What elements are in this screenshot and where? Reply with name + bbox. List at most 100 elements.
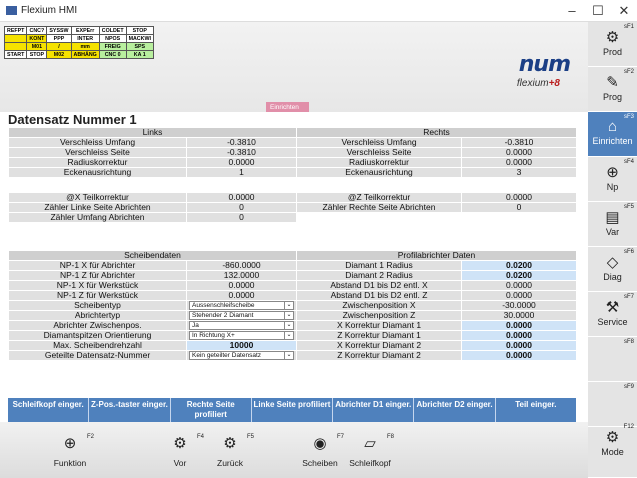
- dropdown-select[interactable]: Stehender 2 Diamant ⌄: [189, 311, 294, 320]
- window-title: Flexium HMI: [21, 5, 78, 16]
- chevron-down-icon[interactable]: ⌄: [284, 322, 293, 329]
- status-cell: M01: [26, 42, 48, 51]
- status-cell: [3, 42, 28, 51]
- table-row: NP-1 Z für Abrichter 132.0000 Diamant 2 Ra…: [8, 270, 578, 281]
- sidebar-key-np[interactable]: sF4 ⊕ Np: [588, 157, 637, 202]
- row-label: NP-1 Z für Werkstück: [8, 290, 187, 301]
- key-label: Einrichten: [592, 136, 633, 146]
- sidebar-key-prog[interactable]: sF2 ✎ Prog: [588, 67, 637, 112]
- app-icon: [6, 6, 17, 15]
- row-value[interactable]: 0.0000: [461, 147, 577, 158]
- key-number: sF4: [623, 159, 634, 165]
- row-label: Radiuskorrektur: [296, 157, 462, 168]
- dropdown-select[interactable]: Kein geteilter Datensatz ⌄: [189, 351, 294, 360]
- table-row: Scheibentyp Aussenschleifscheibe ⌄ Zwischen…: [8, 300, 578, 311]
- key-label: Service: [597, 317, 628, 327]
- softkey-right-profiled[interactable]: Rechte Seite profiliert: [171, 398, 252, 423]
- dropdown-cell: In Richtung X+ ⌄: [186, 330, 297, 341]
- softkey-dresser-d1[interactable]: Abrichter D1 einger.: [333, 398, 415, 423]
- row-value[interactable]: 0.0000: [186, 290, 297, 301]
- row-value[interactable]: 0.0000: [461, 192, 577, 203]
- row-value[interactable]: 10000: [186, 340, 297, 351]
- key-label: Mode: [601, 447, 624, 457]
- row-label: Abrichtertyp: [8, 310, 187, 321]
- status-cell: CNC?: [26, 26, 48, 35]
- sidebar-key-var[interactable]: sF5 ▤ Var: [588, 202, 637, 247]
- softkey-left-profiled[interactable]: Linke Seite profiliert: [252, 398, 334, 423]
- row-value[interactable]: 30.0000: [460, 310, 578, 321]
- table-row: NP-1 X für Werkstück 0.0000 Abstand D1 bis…: [8, 280, 578, 291]
- header-panel: REFPT CNC? SYSSW EXPErr COLDET STOP KONT PPP IN…: [0, 22, 588, 114]
- row-value[interactable]: 0.0000: [186, 157, 297, 168]
- row-value[interactable]: 0: [186, 212, 297, 223]
- function-key-zurück[interactable]: F5 ⚙ Zurück: [200, 422, 260, 478]
- key-number: F8: [386, 434, 394, 440]
- row-label: Radiuskorrektur: [8, 157, 187, 168]
- row-value[interactable]: 0.0000: [460, 330, 578, 341]
- key-number: sF9: [623, 384, 634, 390]
- vertical-softkey-bar: Schleifkopf einger. Z-Pos.-taster einger…: [8, 398, 576, 423]
- row-label: Verschleiss Umfang: [296, 137, 462, 148]
- row-value[interactable]: -0.3810: [186, 137, 297, 148]
- table-row: Diamantspitzen Orientierung In Richtung X…: [8, 330, 578, 341]
- dropdown-cell: Aussenschleifscheibe ⌄: [186, 300, 297, 311]
- softkey-z-probe[interactable]: Z-Pos.-taster einger.: [89, 398, 171, 423]
- sidebar-key-blank-8[interactable]: sF9: [588, 382, 637, 427]
- row-value[interactable]: 3: [461, 167, 577, 178]
- row-value[interactable]: 0.0000: [460, 340, 578, 351]
- service-icon: ⚒: [605, 299, 620, 316]
- dropdown-value: In Richtung X+: [192, 332, 235, 339]
- sidebar-key-einrichten[interactable]: sF3 ⌂ Einrichten: [588, 112, 637, 157]
- row-label: X Korrektur Diamant 2: [296, 340, 462, 351]
- sidebar-key-service[interactable]: sF7 ⚒ Service: [588, 292, 637, 337]
- row-value[interactable]: 0.0000: [460, 280, 578, 291]
- key-number: sF3: [623, 114, 634, 120]
- softkey-dresser-d2[interactable]: Abrichter D2 einger.: [414, 398, 496, 423]
- row-value[interactable]: 0.0000: [460, 320, 578, 331]
- row-value[interactable]: -0.3810: [186, 147, 297, 158]
- chevron-down-icon[interactable]: ⌄: [284, 312, 293, 319]
- function-key-funktion[interactable]: F2 ⊕ Funktion: [40, 422, 100, 478]
- status-grid: REFPT CNC? SYSSW EXPErr COLDET STOP KONT PPP IN…: [3, 26, 154, 59]
- dropdown-select[interactable]: Aussenschleifscheibe ⌄: [189, 301, 294, 310]
- row-value[interactable]: 0.0200: [460, 270, 578, 281]
- sidebar-key-prod[interactable]: sF1 ⚙ Prod: [588, 22, 637, 67]
- row-value[interactable]: 0: [461, 202, 577, 213]
- key-label: Diag: [603, 272, 622, 282]
- function-key-schleifkopf[interactable]: F8 ▱ Schleifkopf: [340, 422, 400, 478]
- page-title: Datensatz Nummer 1: [8, 112, 137, 127]
- row-label: Diamant 1 Radius: [296, 260, 462, 271]
- softkey-part[interactable]: Teil einger.: [496, 398, 576, 423]
- status-cell: M02: [46, 50, 72, 59]
- dropdown-select[interactable]: Ja ⌄: [189, 321, 294, 330]
- row-label: Eckenausrichtung: [8, 167, 187, 178]
- row-value[interactable]: 132.0000: [186, 270, 297, 281]
- row-value[interactable]: 0.0000: [460, 350, 578, 361]
- chevron-down-icon[interactable]: ⌄: [284, 352, 293, 359]
- softkey-grinding-head[interactable]: Schleifkopf einger.: [8, 398, 90, 423]
- chevron-down-icon[interactable]: ⌄: [284, 302, 293, 309]
- sidebar-key-blank-7[interactable]: sF8: [588, 337, 637, 382]
- row-label: @X Teilkorrektur: [8, 192, 187, 203]
- row-label: Verschleiss Umfang: [8, 137, 187, 148]
- num-logo: num: [518, 52, 571, 77]
- row-label: Zähler Umfang Abrichten: [8, 212, 187, 223]
- row-value[interactable]: 0.0000: [186, 280, 297, 291]
- row-value[interactable]: -0.3810: [461, 137, 577, 148]
- prod-icon: ⚙: [605, 29, 620, 46]
- dropdown-select[interactable]: In Richtung X+ ⌄: [189, 331, 294, 340]
- row-value[interactable]: 0.0000: [460, 290, 578, 301]
- row-value[interactable]: 0: [186, 202, 297, 213]
- row-value[interactable]: 0.0200: [460, 260, 578, 271]
- row-value[interactable]: 1: [186, 167, 297, 178]
- status-cell: REFPT: [3, 26, 28, 35]
- chevron-down-icon[interactable]: ⌄: [284, 332, 293, 339]
- sidebar-key-diag[interactable]: sF6 ◇ Diag: [588, 247, 637, 292]
- sidebar-key-mode[interactable]: F12 ⚙ Mode: [588, 422, 637, 478]
- status-cell: [3, 34, 28, 43]
- row-value[interactable]: -30.0000: [460, 300, 578, 311]
- row-value[interactable]: -860.0000: [186, 260, 297, 271]
- row-value[interactable]: 0.0000: [186, 192, 297, 203]
- close-button[interactable]: ✕: [607, 0, 637, 22]
- row-value[interactable]: 0.0000: [461, 157, 577, 168]
